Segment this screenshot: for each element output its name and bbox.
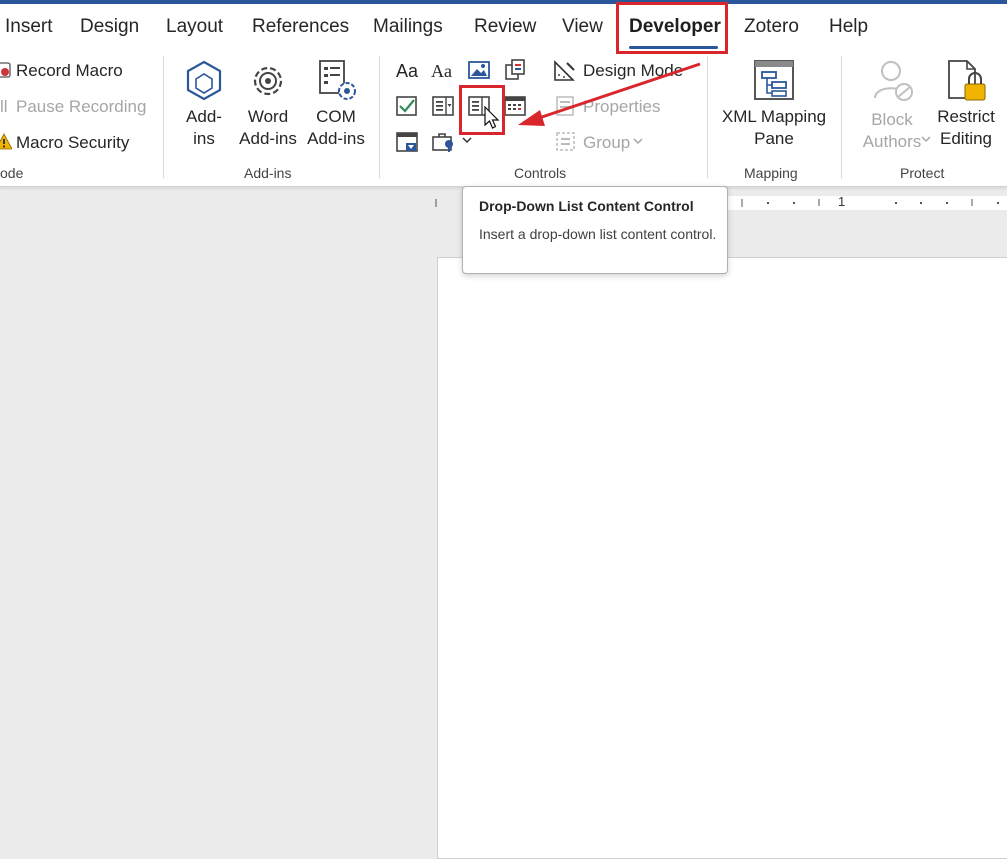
annotation-arrow — [518, 62, 701, 126]
